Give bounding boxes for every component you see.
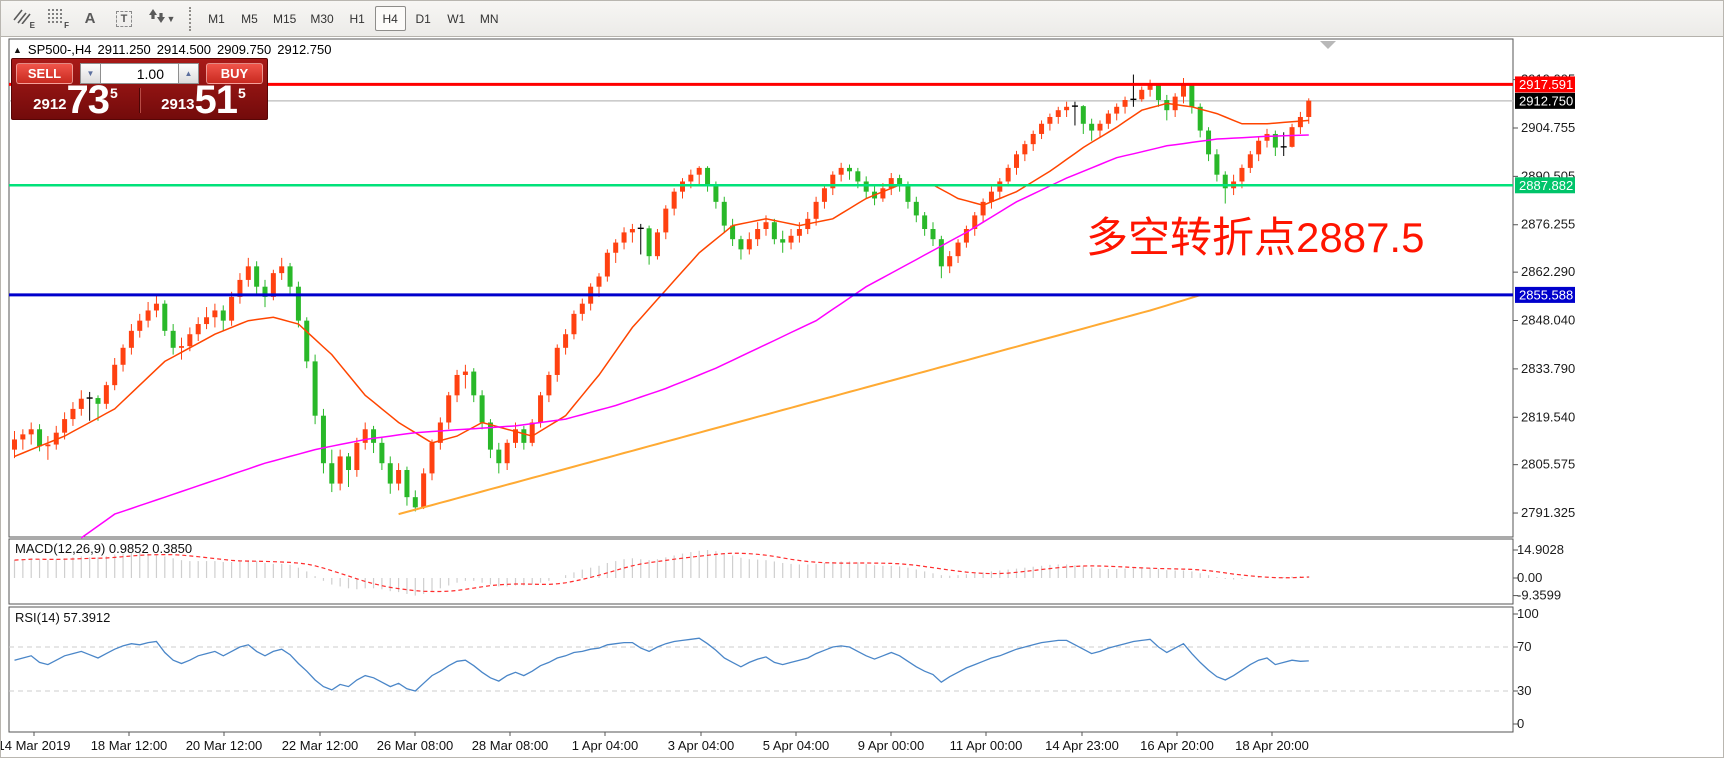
fibonacci-lines-icon bbox=[47, 8, 65, 29]
buy-price-prefix: 2913 bbox=[161, 96, 194, 117]
chevron-down-icon: ▼ bbox=[167, 14, 176, 24]
svg-text:18 Apr 20:00: 18 Apr 20:00 bbox=[1235, 738, 1309, 753]
price-chart-svg[interactable]: 2919.0052904.7552890.5052876.2552862.290… bbox=[1, 38, 1724, 758]
tf-button-w1[interactable]: W1 bbox=[441, 6, 472, 31]
time-axis[interactable]: 14 Mar 2019 18 Mar 12:00 20 Mar 12:00 22 Ma… bbox=[1, 732, 1309, 753]
svg-text:2833.790: 2833.790 bbox=[1521, 361, 1575, 376]
svg-text:-9.3599: -9.3599 bbox=[1517, 588, 1561, 603]
svg-text:5 Apr 04:00: 5 Apr 04:00 bbox=[763, 738, 830, 753]
tf-button-m15[interactable]: M15 bbox=[267, 6, 302, 31]
ohlc-high: 2914.500 bbox=[157, 42, 211, 57]
icon-sub-letter: E bbox=[30, 21, 35, 30]
svg-text:2819.540: 2819.540 bbox=[1521, 409, 1575, 424]
symbol-timeframe-label: SP500-,H4 bbox=[28, 42, 92, 57]
svg-text:100: 100 bbox=[1517, 606, 1539, 621]
svg-text:0.00: 0.00 bbox=[1517, 570, 1542, 585]
svg-text:1 Apr 04:00: 1 Apr 04:00 bbox=[572, 738, 639, 753]
current-price-label: 2912.750 bbox=[1515, 93, 1575, 109]
svg-text:14 Apr 23:00: 14 Apr 23:00 bbox=[1045, 738, 1119, 753]
rsi-indicator-label: RSI(14) 57.3912 bbox=[15, 610, 110, 625]
one-click-trade-panel: SELL ▼ 1.00 ▲ BUY 2912 73 5 2913 51 bbox=[11, 58, 268, 120]
svg-text:3 Apr 04:00: 3 Apr 04:00 bbox=[668, 738, 735, 753]
svg-text:2876.255: 2876.255 bbox=[1521, 217, 1575, 232]
svg-text:18 Mar 12:00: 18 Mar 12:00 bbox=[91, 738, 168, 753]
price-divider bbox=[139, 88, 140, 113]
resistance-line-price-label: 2917.591 bbox=[1515, 76, 1575, 92]
text-label-icon: A bbox=[85, 10, 96, 27]
equidistant-channel-button[interactable]: E bbox=[6, 5, 38, 32]
support-line-price-label: 2855.588 bbox=[1515, 287, 1575, 303]
ohlc-close: 2912.750 bbox=[277, 42, 331, 57]
svg-text:16 Apr 20:00: 16 Apr 20:00 bbox=[1140, 738, 1214, 753]
svg-text:30: 30 bbox=[1517, 683, 1531, 698]
svg-text:2887.882: 2887.882 bbox=[1519, 178, 1573, 193]
tf-button-d1[interactable]: D1 bbox=[408, 6, 439, 31]
svg-text:9 Apr 00:00: 9 Apr 00:00 bbox=[858, 738, 925, 753]
tf-button-m1[interactable]: M1 bbox=[201, 6, 232, 31]
fibonacci-button[interactable]: F bbox=[40, 5, 72, 32]
panel-frames bbox=[9, 39, 1513, 732]
tf-button-h1[interactable]: H1 bbox=[342, 6, 373, 31]
chart-ohlc-header: ▲ SP500-,H4 2911.250 2914.500 2909.750 2… bbox=[13, 42, 331, 57]
pivot-line-price-label: 2887.882 bbox=[1515, 177, 1575, 193]
tf-button-m30[interactable]: M30 bbox=[304, 6, 339, 31]
buy-price-big: 51 bbox=[195, 84, 238, 117]
icon-sub-letter: F bbox=[64, 21, 69, 30]
svg-text:26 Mar 08:00: 26 Mar 08:00 bbox=[377, 738, 454, 753]
svg-text:22 Mar 12:00: 22 Mar 12:00 bbox=[282, 738, 359, 753]
svg-text:0: 0 bbox=[1517, 716, 1524, 731]
text-label-button[interactable]: A bbox=[74, 5, 106, 32]
trade-panel-collapse-icon[interactable]: ▲ bbox=[13, 45, 22, 55]
equidistant-channel-icon bbox=[13, 8, 31, 29]
ohlc-low: 2909.750 bbox=[217, 42, 271, 57]
svg-text:2904.755: 2904.755 bbox=[1521, 120, 1575, 135]
svg-text:14 Mar 2019: 14 Mar 2019 bbox=[1, 738, 71, 753]
sell-price-sup: 5 bbox=[110, 85, 118, 101]
text-box-icon: T bbox=[116, 11, 133, 27]
svg-text:28 Mar 08:00: 28 Mar 08:00 bbox=[472, 738, 549, 753]
mt4-window: E F A T ▼ M1 M5 M bbox=[0, 0, 1724, 758]
svg-text:2791.325: 2791.325 bbox=[1521, 505, 1575, 520]
sell-button[interactable]: SELL bbox=[16, 63, 73, 84]
macd-indicator-label: MACD(12,26,9) 0.9852 0.3850 bbox=[15, 541, 192, 556]
tf-button-h4[interactable]: H4 bbox=[375, 6, 406, 31]
ohlc-open: 2911.250 bbox=[98, 42, 151, 57]
svg-text:20 Mar 12:00: 20 Mar 12:00 bbox=[186, 738, 263, 753]
toolbar: E F A T ▼ M1 M5 M bbox=[1, 1, 1724, 37]
svg-text:70: 70 bbox=[1517, 639, 1531, 654]
sell-price-prefix: 2912 bbox=[33, 96, 66, 117]
svg-text:2848.040: 2848.040 bbox=[1521, 313, 1575, 328]
svg-text:2805.575: 2805.575 bbox=[1521, 457, 1575, 472]
sell-price-big: 73 bbox=[67, 84, 110, 117]
toolbar-drag-handle[interactable] bbox=[189, 7, 194, 31]
volume-input[interactable]: 1.00 bbox=[101, 63, 178, 84]
chart-area: 2919.0052904.7552890.5052876.2552862.290… bbox=[1, 38, 1724, 758]
arrow-tools-button[interactable]: ▼ bbox=[142, 5, 182, 32]
svg-text:11 Apr 00:00: 11 Apr 00:00 bbox=[950, 738, 1023, 753]
text-box-button[interactable]: T bbox=[108, 5, 140, 32]
arrow-tools-icon bbox=[149, 8, 165, 29]
buy-price-sup: 5 bbox=[238, 85, 246, 101]
chart-text-annotation[interactable]: 多空转折点2887.5 bbox=[1086, 204, 1424, 265]
svg-text:14.9028: 14.9028 bbox=[1517, 542, 1564, 557]
svg-text:2917.591: 2917.591 bbox=[1519, 77, 1573, 92]
tf-button-mn[interactable]: MN bbox=[474, 6, 505, 31]
svg-text:2912.750: 2912.750 bbox=[1519, 93, 1573, 108]
tf-button-m5[interactable]: M5 bbox=[234, 6, 265, 31]
buy-price-display[interactable]: 2913 51 5 bbox=[142, 84, 265, 117]
sell-price-display[interactable]: 2912 73 5 bbox=[14, 84, 137, 117]
svg-text:2862.290: 2862.290 bbox=[1521, 264, 1575, 279]
svg-text:2855.588: 2855.588 bbox=[1519, 287, 1573, 302]
